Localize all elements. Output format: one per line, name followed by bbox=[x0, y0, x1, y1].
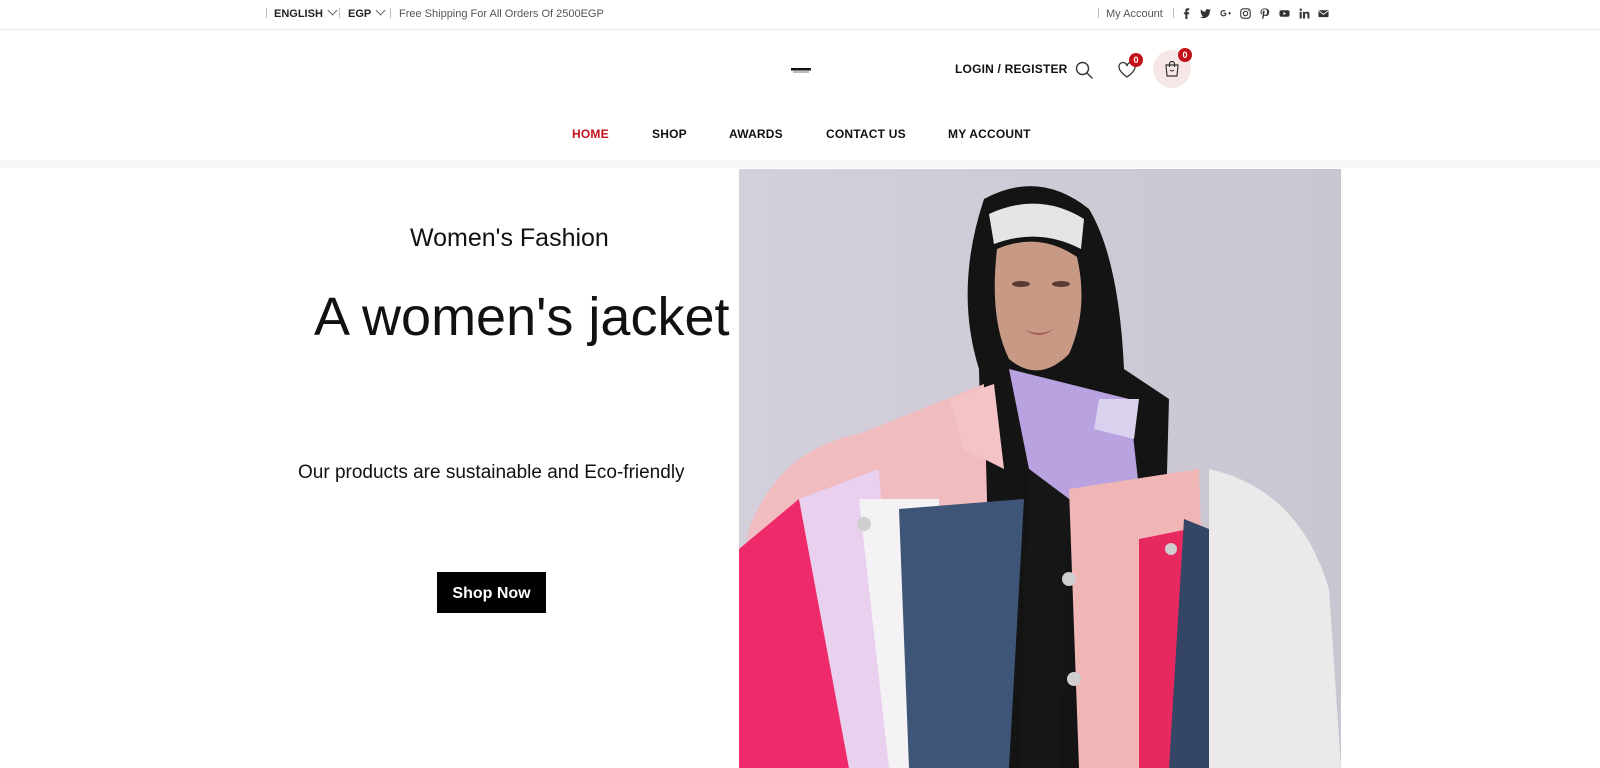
hero-model-image bbox=[739, 169, 1341, 768]
search-icon[interactable] bbox=[1073, 59, 1095, 81]
currency-label: EGP bbox=[348, 8, 372, 20]
hero-title: A women's jacket bbox=[314, 287, 730, 347]
twitter-icon[interactable] bbox=[1198, 7, 1212, 21]
divider bbox=[1098, 8, 1099, 18]
language-label: ENGLISH bbox=[274, 8, 323, 20]
wishlist-count-badge: 0 bbox=[1129, 53, 1143, 67]
site-logo[interactable] bbox=[790, 66, 812, 74]
main-navigation: HOME SHOP AWARDS CONTACT US MY ACCOUNT bbox=[0, 127, 1600, 143]
cart-count-badge: 0 bbox=[1178, 48, 1192, 62]
instagram-icon[interactable] bbox=[1238, 7, 1252, 21]
nav-item-awards[interactable]: AWARDS bbox=[729, 127, 783, 141]
hero-description: Our products are sustainable and Eco-fri… bbox=[298, 462, 685, 483]
divider bbox=[1173, 8, 1174, 18]
youtube-icon[interactable] bbox=[1277, 7, 1291, 21]
google-plus-icon[interactable] bbox=[1218, 7, 1232, 21]
shipping-notice: Free Shipping For All Orders Of 2500EGP bbox=[399, 8, 604, 20]
linkedin-icon[interactable] bbox=[1297, 7, 1311, 21]
shop-now-button[interactable]: Shop Now bbox=[437, 572, 546, 613]
login-register-link[interactable]: LOGIN / REGISTER bbox=[955, 62, 1068, 76]
envelope-icon[interactable] bbox=[1316, 7, 1330, 21]
currency-selector[interactable]: EGP bbox=[348, 5, 386, 21]
hero-subtitle: Women's Fashion bbox=[410, 224, 609, 252]
pinterest-icon[interactable] bbox=[1257, 7, 1271, 21]
nav-divider bbox=[0, 160, 1600, 168]
language-selector[interactable]: ENGLISH bbox=[274, 5, 338, 21]
nav-item-home[interactable]: HOME bbox=[572, 127, 609, 141]
my-account-link[interactable]: My Account bbox=[1106, 7, 1163, 21]
nav-item-my-account[interactable]: MY ACCOUNT bbox=[948, 127, 1031, 141]
chevron-down-icon bbox=[375, 5, 386, 16]
divider bbox=[339, 8, 340, 18]
top-bar: ENGLISH EGP Free Shipping For All Orders… bbox=[0, 0, 1600, 30]
divider bbox=[390, 8, 391, 18]
divider bbox=[266, 8, 267, 18]
chevron-down-icon bbox=[327, 5, 338, 16]
shopping-bag-icon bbox=[1165, 60, 1179, 77]
nav-item-contact-us[interactable]: CONTACT US bbox=[826, 127, 906, 141]
nav-item-shop[interactable]: SHOP bbox=[652, 127, 687, 141]
facebook-icon[interactable] bbox=[1179, 7, 1193, 21]
